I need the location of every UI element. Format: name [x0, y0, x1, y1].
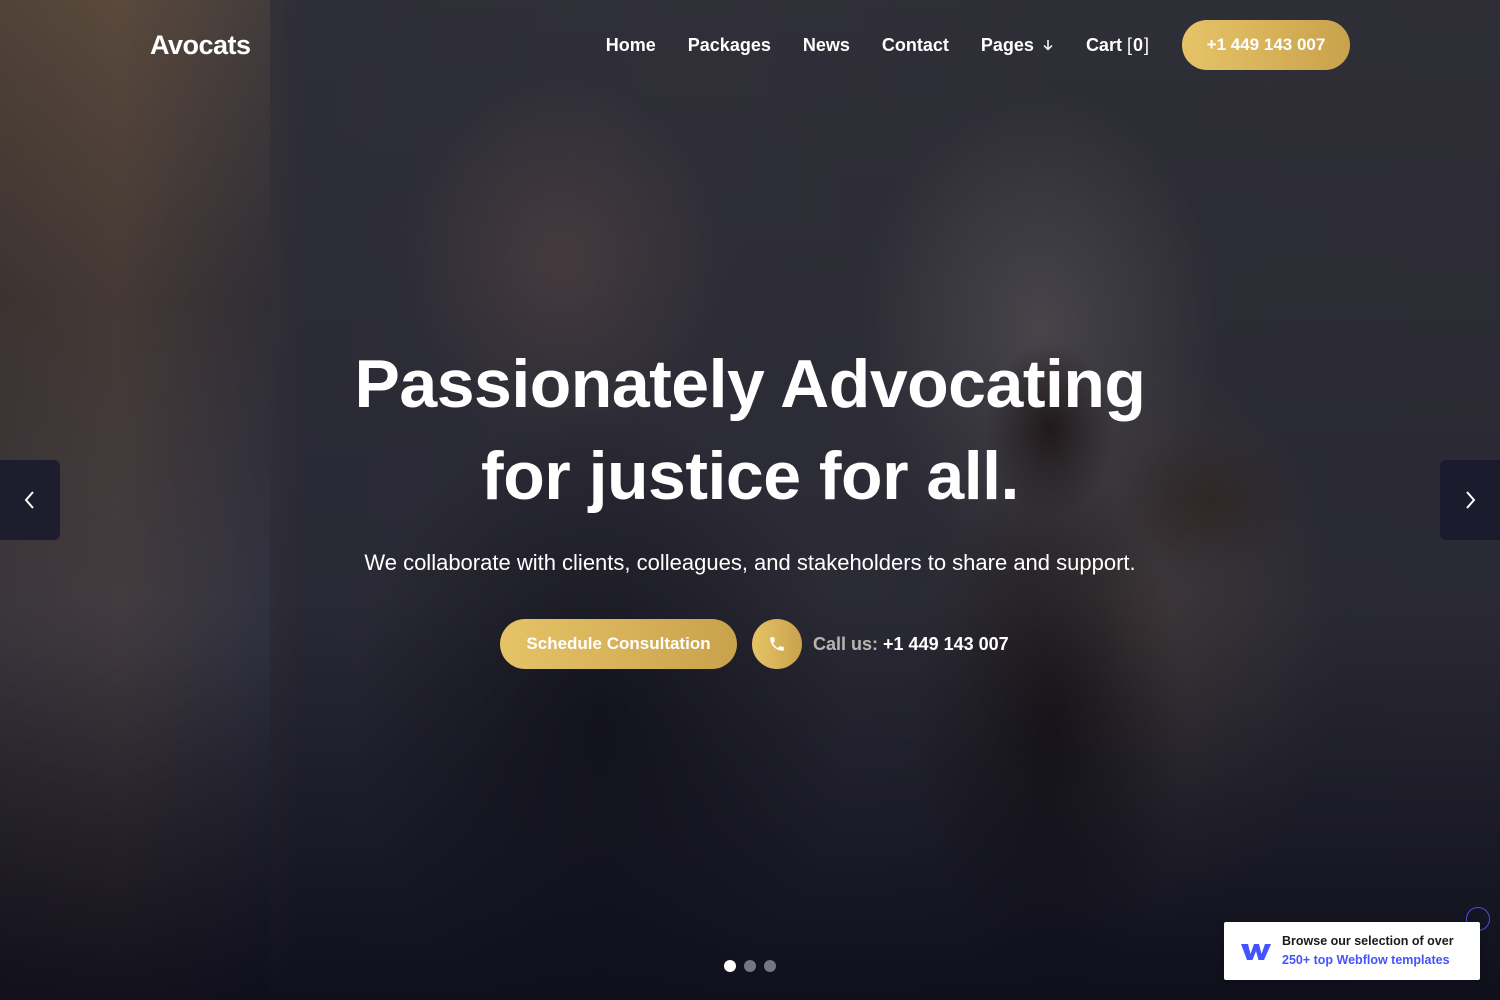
slider-dot-1[interactable] — [724, 960, 736, 972]
brand-logo[interactable]: Avocats — [150, 30, 251, 61]
call-us-text: Call us: +1 449 143 007 — [813, 634, 1009, 655]
slider-next-button[interactable] — [1440, 460, 1500, 540]
nav-link-news[interactable]: News — [803, 35, 850, 56]
badge-text: Browse our selection of over 250+ top We… — [1282, 932, 1454, 970]
chevron-down-icon — [1043, 40, 1053, 51]
nav-phone-button[interactable]: +1 449 143 007 — [1182, 20, 1350, 70]
webflow-logo-icon — [1241, 944, 1271, 960]
badge-line-1: Browse our selection of over — [1282, 934, 1454, 948]
slider-prev-button[interactable] — [0, 460, 60, 540]
nav-dropdown-pages-label: Pages — [980, 34, 1034, 55]
badge-line-2: 250+ top Webflow templates — [1282, 953, 1450, 967]
navbar: Avocats Home Packages News Contact Pages… — [150, 20, 1350, 70]
chevron-left-icon — [24, 491, 34, 509]
chevron-right-icon — [1466, 491, 1476, 509]
call-button[interactable] — [752, 619, 802, 669]
slider-dot-2[interactable] — [744, 960, 756, 972]
cart-count: [0] — [1126, 34, 1150, 55]
hero-title: Passionately Advocating for justice for … — [250, 338, 1250, 522]
hero-subtitle: We collaborate with clients, colleagues,… — [364, 550, 1136, 575]
cart-label: Cart — [1085, 34, 1122, 55]
call-us-label: Call us: — [813, 633, 879, 654]
hero-title-line-2: for justice for all. — [481, 438, 1019, 514]
hero-title-line-1: Passionately Advocating — [354, 346, 1146, 422]
phone-icon — [770, 637, 784, 651]
cart-count-value: 0 — [1132, 34, 1144, 55]
slider-dots — [724, 960, 784, 972]
hero-cta-row: Schedule Consultation Call us: +1 449 14… — [500, 619, 1009, 669]
nav-dropdown-pages[interactable]: Pages — [981, 35, 1054, 56]
schedule-consultation-button[interactable]: Schedule Consultation — [500, 619, 737, 669]
nav-link-home[interactable]: Home — [606, 35, 656, 56]
slider-dot-3[interactable] — [764, 960, 776, 972]
call-us-number[interactable]: +1 449 143 007 — [883, 634, 1009, 654]
webflow-templates-badge[interactable]: Browse our selection of over 250+ top We… — [1224, 922, 1480, 980]
nav-link-cart[interactable]: Cart [0] — [1086, 35, 1150, 56]
nav-link-contact[interactable]: Contact — [882, 35, 949, 56]
nav-links: Home Packages News Contact Pages Cart [0… — [606, 35, 1150, 56]
nav-link-packages[interactable]: Packages — [688, 35, 771, 56]
